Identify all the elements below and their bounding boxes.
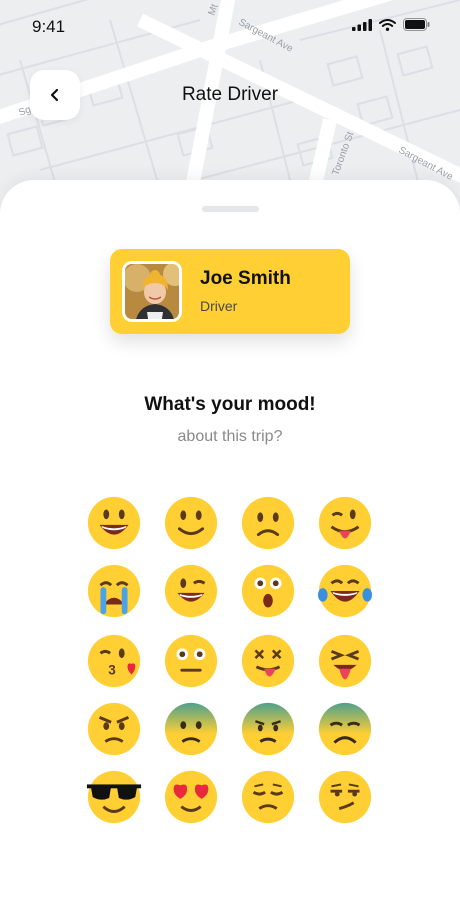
emoji-angry[interactable] [85, 700, 143, 758]
emoji-smirking[interactable] [316, 768, 374, 826]
wifi-icon [379, 18, 396, 31]
emoji-dizzy-tongue[interactable] [239, 632, 297, 690]
page-title: Rate Driver [181, 84, 279, 105]
emoji-heart-eyes[interactable] [162, 768, 220, 826]
emoji-kissing[interactable]: 3 [85, 632, 143, 690]
status-time: 9:41 [32, 17, 66, 36]
avatar [122, 261, 182, 322]
emoji-laughing-tears[interactable] [316, 562, 374, 620]
svg-text:3: 3 [108, 663, 116, 678]
mood-subtitle: about this trip? [177, 428, 283, 445]
status-icons [352, 18, 430, 31]
emoji-sick-green[interactable] [239, 700, 297, 758]
sheet-drag-handle[interactable] [202, 206, 259, 212]
driver-role: Driver [200, 298, 238, 314]
signal-icon [352, 18, 372, 31]
emoji-frowning[interactable] [239, 494, 297, 552]
emoji-tongue-out[interactable] [316, 632, 374, 690]
emoji-grid: 3 [85, 494, 375, 824]
rating-sheet: Joe Smith Driver What's your mood! about… [0, 180, 460, 900]
status-bar: 9:41 [0, 0, 460, 56]
emoji-smiling[interactable] [162, 494, 220, 552]
emoji-disappointed-green[interactable] [316, 700, 374, 758]
mood-title: What's your mood! [144, 394, 316, 415]
driver-name: Joe Smith [200, 268, 291, 289]
emoji-winking-smile[interactable] [162, 562, 220, 620]
emoji-winking-tongue[interactable] [316, 494, 374, 552]
emoji-surprised[interactable] [239, 562, 297, 620]
emoji-cool-sunglasses[interactable] [85, 768, 143, 826]
emoji-neutral[interactable] [162, 632, 220, 690]
emoji-crying[interactable] [85, 562, 143, 620]
driver-card: Joe Smith Driver [110, 249, 350, 334]
emoji-grinning[interactable] [85, 494, 143, 552]
map-street-label: Toronto St [330, 130, 356, 177]
emoji-relieved[interactable] [239, 768, 297, 826]
emoji-anxious-green[interactable] [162, 700, 220, 758]
battery-icon [403, 18, 430, 31]
